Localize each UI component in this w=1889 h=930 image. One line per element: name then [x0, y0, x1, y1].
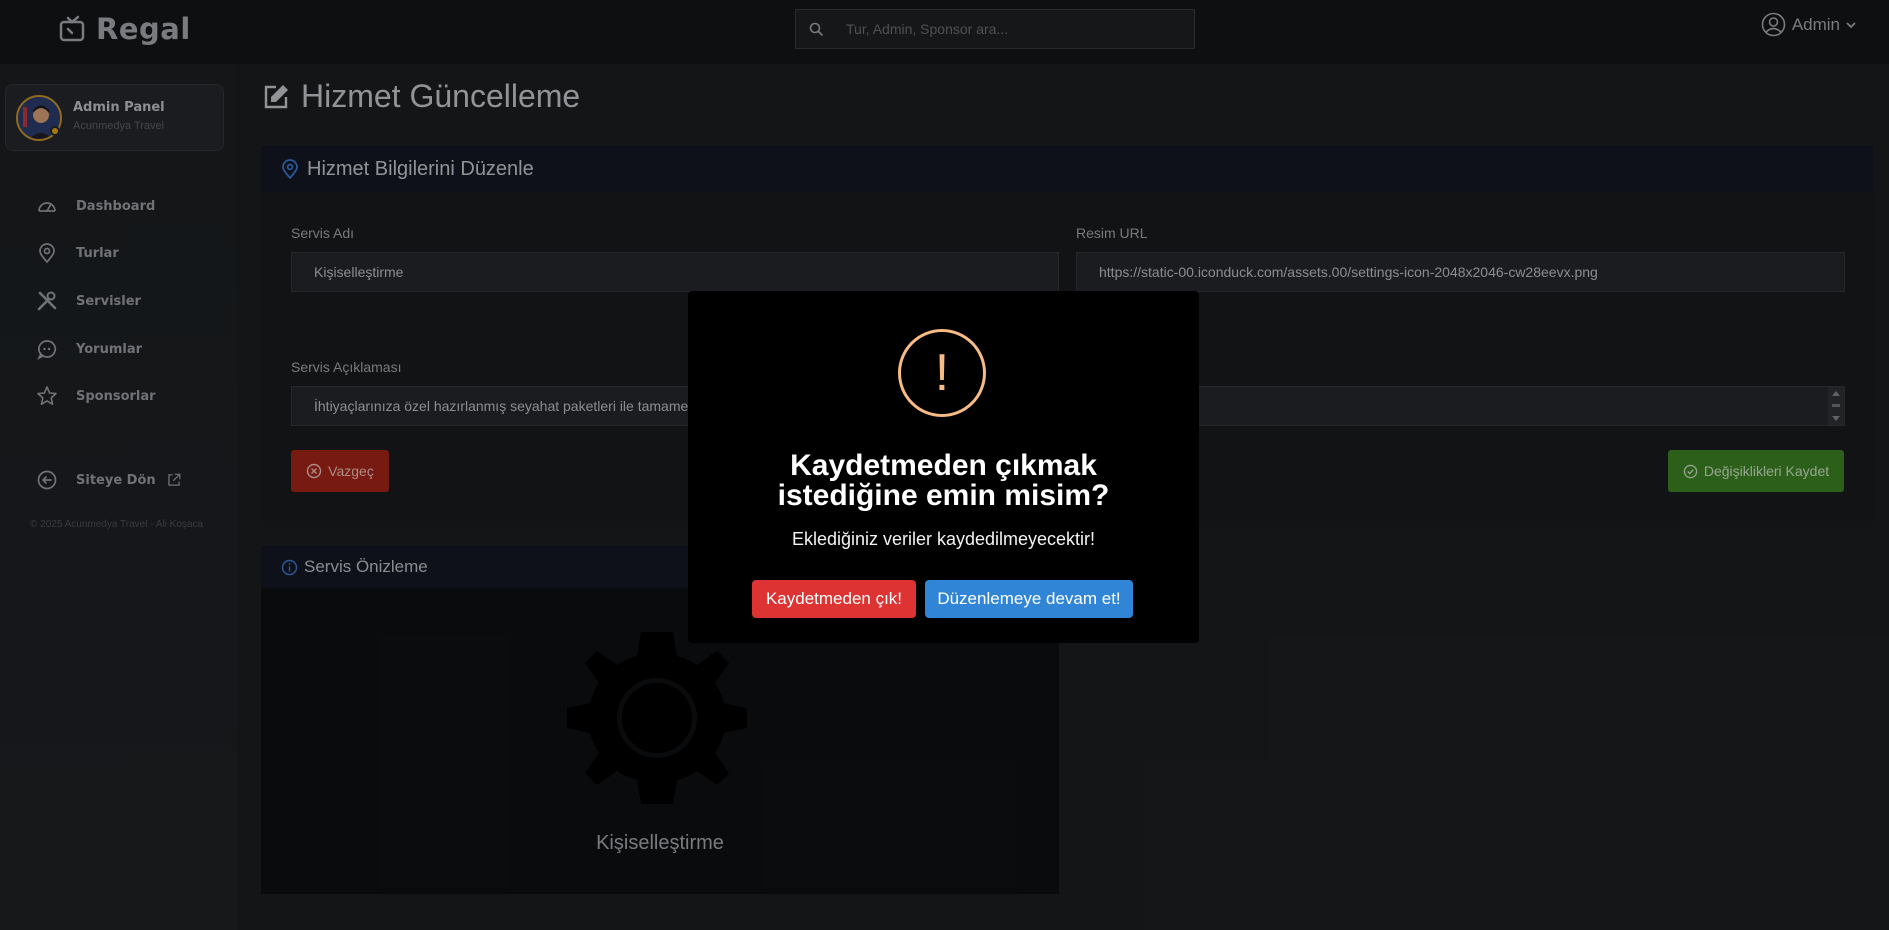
dialog-message: Eklediğiniz veriler kaydedilmeyecektir! — [791, 529, 1096, 549]
dialog-title: Kaydetmeden çıkmak istediğine emin misim… — [688, 451, 1199, 511]
confirm-exit-dialog: ! Kaydetmeden çıkmak istediğine emin mis… — [688, 291, 1199, 643]
dialog-title-line-2: istediğine emin misim? — [777, 479, 1110, 512]
continue-editing-button[interactable]: Düzenlemeye devam et! — [925, 580, 1133, 618]
dialog-title-line-1: Kaydetmeden çıkmak — [790, 449, 1097, 482]
warning-icon: ! — [898, 329, 986, 417]
exit-without-saving-button[interactable]: Kaydetmeden çık! — [752, 580, 916, 618]
